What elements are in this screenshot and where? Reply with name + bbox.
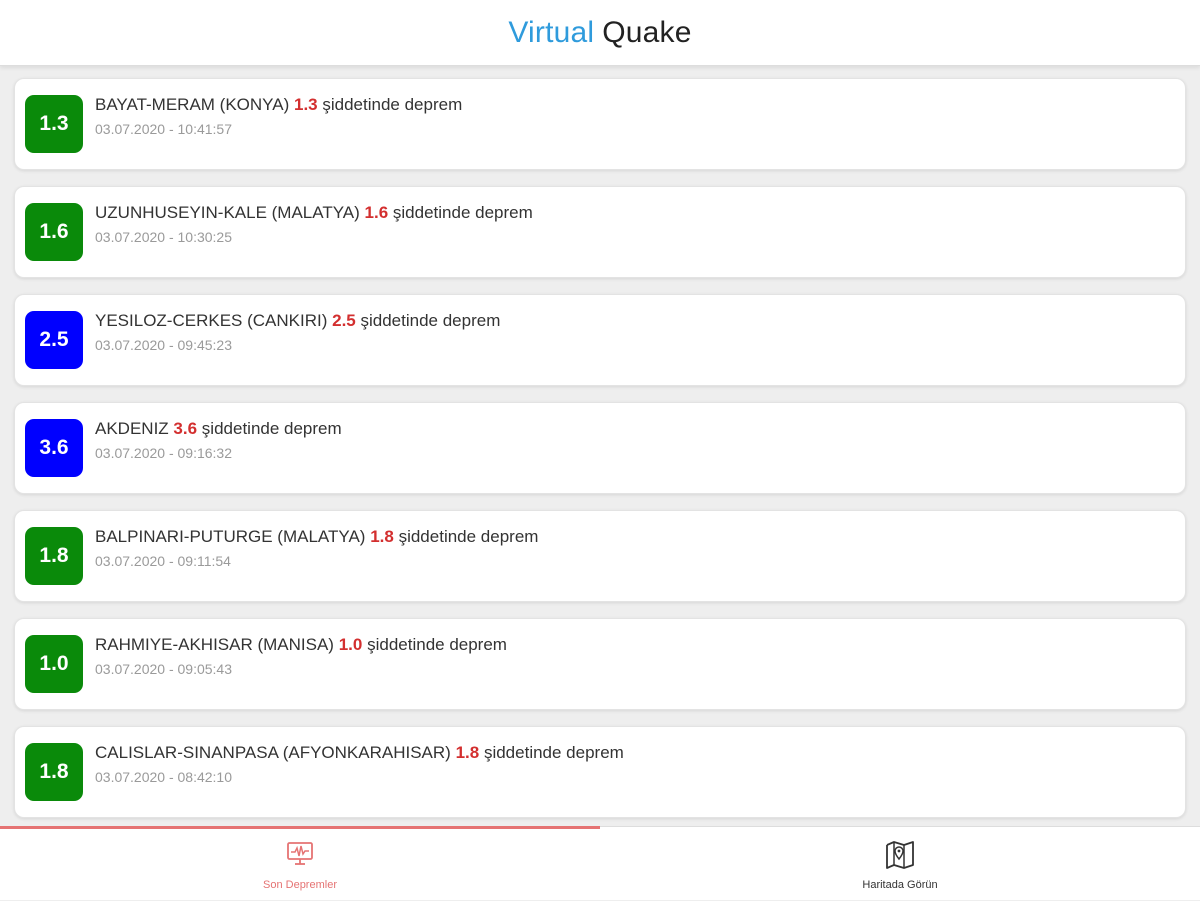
magnitude-badge: 1.0 — [25, 635, 83, 693]
monitor-waveform-icon — [285, 839, 315, 874]
quake-card[interactable]: 1.8 CALISLAR-SINANPASA (AFYONKARAHISAR) … — [14, 726, 1186, 818]
magnitude-badge: 3.6 — [25, 419, 83, 477]
quake-title: BALPINARI-PUTURGE (MALATYA) 1.8 şiddetin… — [95, 527, 538, 547]
quake-magnitude: 1.8 — [370, 527, 394, 546]
magnitude-badge: 1.3 — [25, 95, 83, 153]
quake-card[interactable]: 2.5 YESILOZ-CERKES (CANKIRI) 2.5 şiddeti… — [14, 294, 1186, 386]
quake-magnitude: 1.6 — [364, 203, 389, 222]
magnitude-badge: 2.5 — [25, 311, 83, 369]
tab-son-depremler[interactable]: Son Depremler — [0, 827, 600, 901]
quake-suffix: şiddetinde deprem — [367, 635, 507, 654]
quake-magnitude: 1.0 — [338, 635, 363, 654]
quake-card[interactable]: 1.3 BAYAT-MERAM (KONYA) 1.3 şiddetinde d… — [14, 78, 1186, 170]
quake-magnitude: 2.5 — [332, 311, 356, 330]
quake-location: RAHMIYE-AKHISAR (MANISA) — [95, 635, 334, 654]
quake-location: UZUNHUSEYIN-KALE (MALATYA) — [95, 203, 360, 222]
quake-location: CALISLAR-SINANPASA (AFYONKARAHISAR) — [95, 743, 451, 762]
tab-label: Haritada Görün — [862, 879, 938, 891]
quake-datetime: 03.07.2020 - 09:45:23 — [95, 337, 233, 353]
magnitude-badge: 1.8 — [25, 743, 83, 801]
quake-title: RAHMIYE-AKHISAR (MANISA) 1.0 şiddetinde … — [95, 635, 507, 655]
quake-datetime: 03.07.2020 - 09:11:54 — [95, 553, 231, 569]
quake-title: AKDENIZ 3.6 şiddetinde deprem — [95, 419, 342, 439]
quake-location: BAYAT-MERAM (KONYA) — [95, 95, 290, 114]
bottom-navigation: Son Depremler Haritada Görün — [0, 826, 1200, 900]
map-pin-icon — [884, 839, 916, 874]
tab-label: Son Depremler — [263, 879, 337, 891]
app-header: Virtual Quake — [0, 0, 1200, 66]
quake-suffix: şiddetinde deprem — [398, 527, 539, 546]
quake-magnitude: 1.8 — [455, 743, 480, 762]
quake-datetime: 03.07.2020 - 08:42:10 — [95, 769, 233, 785]
magnitude-badge: 1.6 — [25, 203, 83, 261]
quake-card[interactable]: 3.6 AKDENIZ 3.6 şiddetinde deprem 03.07.… — [14, 402, 1186, 494]
quake-magnitude: 1.3 — [294, 95, 318, 114]
quake-datetime: 03.07.2020 - 09:05:43 — [95, 661, 233, 677]
quake-card[interactable]: 1.6 UZUNHUSEYIN-KALE (MALATYA) 1.6 şidde… — [14, 186, 1186, 278]
quake-magnitude: 3.6 — [173, 419, 198, 438]
quake-title: BAYAT-MERAM (KONYA) 1.3 şiddetinde depre… — [95, 95, 462, 115]
app-title-quake: Quake — [602, 15, 692, 49]
quake-datetime: 03.07.2020 - 10:30:25 — [95, 229, 233, 245]
quake-card[interactable]: 1.8 BALPINARI-PUTURGE (MALATYA) 1.8 şidd… — [14, 510, 1186, 602]
quake-datetime: 03.07.2020 - 09:16:32 — [95, 445, 233, 461]
quake-datetime: 03.07.2020 - 10:41:57 — [95, 121, 233, 137]
quake-suffix: şiddetinde deprem — [483, 743, 624, 762]
quake-title: UZUNHUSEYIN-KALE (MALATYA) 1.6 şiddetind… — [95, 203, 533, 223]
quake-location: BALPINARI-PUTURGE (MALATYA) — [95, 527, 366, 546]
quake-suffix: şiddetinde deprem — [392, 203, 533, 222]
magnitude-badge: 1.8 — [25, 527, 83, 585]
quake-title: CALISLAR-SINANPASA (AFYONKARAHISAR) 1.8 … — [95, 743, 624, 763]
quake-suffix: şiddetinde deprem — [201, 419, 342, 438]
earthquake-list[interactable]: 1.3 BAYAT-MERAM (KONYA) 1.3 şiddetinde d… — [0, 66, 1200, 826]
quake-suffix: şiddetinde deprem — [360, 311, 501, 330]
app-title-virtual: Virtual — [508, 15, 595, 49]
quake-card[interactable]: 1.0 RAHMIYE-AKHISAR (MANISA) 1.0 şiddeti… — [14, 618, 1186, 710]
quake-location: YESILOZ-CERKES (CANKIRI) — [95, 311, 328, 330]
quake-location: AKDENIZ — [95, 419, 169, 438]
tab-haritada-gorun[interactable]: Haritada Görün — [600, 827, 1200, 901]
quake-suffix: şiddetinde deprem — [322, 95, 463, 114]
quake-title: YESILOZ-CERKES (CANKIRI) 2.5 şiddetinde … — [95, 311, 500, 331]
